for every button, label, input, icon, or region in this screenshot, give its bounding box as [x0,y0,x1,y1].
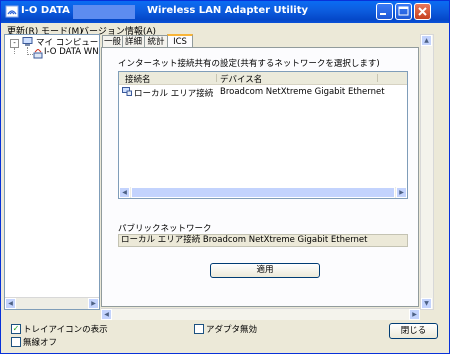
tray-icon-label: トレイアイコンの表示 [23,325,108,335]
scroll-up-arrow[interactable]: ▲ [421,35,432,46]
scroll-down-arrow[interactable]: ▼ [421,298,432,309]
column-divider [216,74,217,82]
minimize-button[interactable] [376,3,393,20]
list-horizontal-scrollbar[interactable]: ◀ ▶ [119,187,407,198]
apply-button[interactable]: 適用 [210,263,320,278]
wifi-adapter-icon [5,5,19,18]
public-network-field: ローカル エリア接続 Broadcom NetXtreme Gigabit Et… [118,234,408,247]
scroll-right-arrow[interactable]: ▶ [396,187,407,198]
window-title-product: Wireless LAN Adapter Utility [147,5,308,16]
tree-horizontal-scrollbar[interactable]: ◀ ▶ [5,297,99,309]
wireless-off-label: 無線オフ [23,338,58,348]
scroll-right-arrow[interactable]: ▶ [409,309,420,320]
wireless-adapter-icon [33,49,43,59]
computer-icon [22,37,33,46]
maximize-button[interactable] [395,3,412,20]
network-list[interactable]: 接続名 デバイス名 ローカル エリア接続 Broadcom NetXtreme … [118,71,408,199]
scroll-left-arrow[interactable]: ◀ [5,298,16,309]
scrollbar-thumb[interactable] [131,187,395,198]
device-tree[interactable]: - マイ コンピュータ I-O DATA WN- ◀ ▶ [4,34,100,310]
tree-collapse-toggle[interactable]: - [10,39,19,48]
title-bar[interactable]: I-O DATA Wireless LAN Adapter Utility [1,1,449,23]
tree-connector [14,48,15,54]
scroll-right-arrow[interactable]: ▶ [88,298,99,309]
close-button[interactable] [414,3,431,20]
device-name-cell: Broadcom NetXtreme Gigabit Ethernet [220,87,385,97]
minimize-icon [380,13,386,15]
window-title-brand: I-O DATA [21,5,70,16]
list-header: 接続名 デバイス名 [119,72,407,85]
close-icon [418,7,427,16]
adapter-disable-checkbox[interactable] [194,324,204,334]
ics-panel: インターネット接続共有の設定(共有するネットワークを選択します) 接続名 デバイ… [101,47,419,307]
network-connection-icon [122,87,132,96]
column-device-name[interactable]: デバイス名 [220,73,262,85]
public-network-label: パブリックネットワーク [118,224,212,234]
scroll-left-arrow[interactable]: ◀ [119,187,130,198]
ics-instruction: インターネット接続共有の設定(共有するネットワークを選択します) [118,59,380,69]
maximize-icon [398,6,409,16]
vertical-scrollbar[interactable]: ▲ ▼ [420,34,434,310]
list-item[interactable]: ローカル エリア接続 Broadcom NetXtreme Gigabit Et… [119,86,407,99]
tree-item-adapter[interactable]: I-O DATA WN- [44,47,99,57]
scroll-left-arrow[interactable]: ◀ [101,309,112,320]
redacted-region [73,5,135,19]
column-divider [377,74,378,82]
tray-icon-checkbox[interactable]: ✓ [11,324,21,334]
close-dialog-button[interactable]: 閉じる [389,323,438,339]
adapter-disable-label: アダプタ無効 [206,325,258,335]
main-window: I-O DATA Wireless LAN Adapter Utility 更新… [0,0,450,354]
connection-name-cell: ローカル エリア接続 [134,89,214,99]
column-connection-name[interactable]: 接続名 [125,73,151,85]
wireless-off-checkbox[interactable] [11,337,21,347]
main-horizontal-scrollbar[interactable]: ◀ ▶ [101,308,420,320]
